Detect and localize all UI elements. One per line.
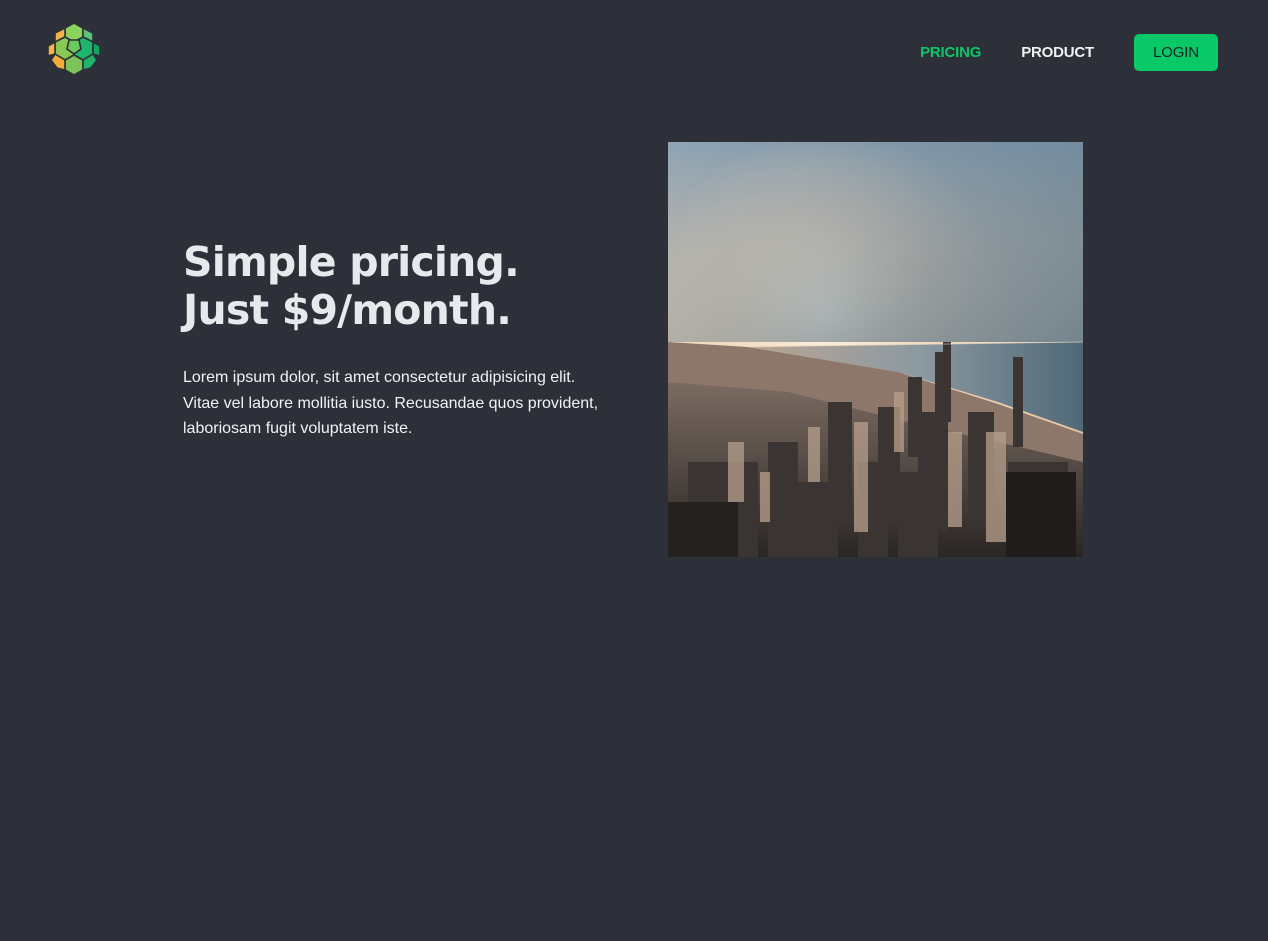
- city-skyline-photo: [668, 142, 1083, 557]
- globe-logo-icon[interactable]: [47, 22, 101, 76]
- login-button[interactable]: LOGIN: [1134, 34, 1218, 71]
- hero-title-line-2: Just $9/month.: [183, 286, 512, 334]
- nav-link-product[interactable]: PRODUCT: [1021, 44, 1094, 61]
- city-skyline-image: [668, 142, 1083, 557]
- nav-link-pricing[interactable]: PRICING: [920, 44, 981, 61]
- hero-title-line-1: Simple pricing.: [183, 238, 520, 286]
- site-header: PRICING PRODUCT LOGIN: [0, 0, 1268, 100]
- hero-description: Lorem ipsum dolor, sit amet consectetur …: [183, 369, 599, 437]
- main-nav: PRICING PRODUCT LOGIN: [920, 34, 1218, 71]
- hero-section: Simple pricing. Just $9/month. Lorem ips…: [183, 238, 623, 442]
- hero-title: Simple pricing. Just $9/month.: [183, 238, 623, 334]
